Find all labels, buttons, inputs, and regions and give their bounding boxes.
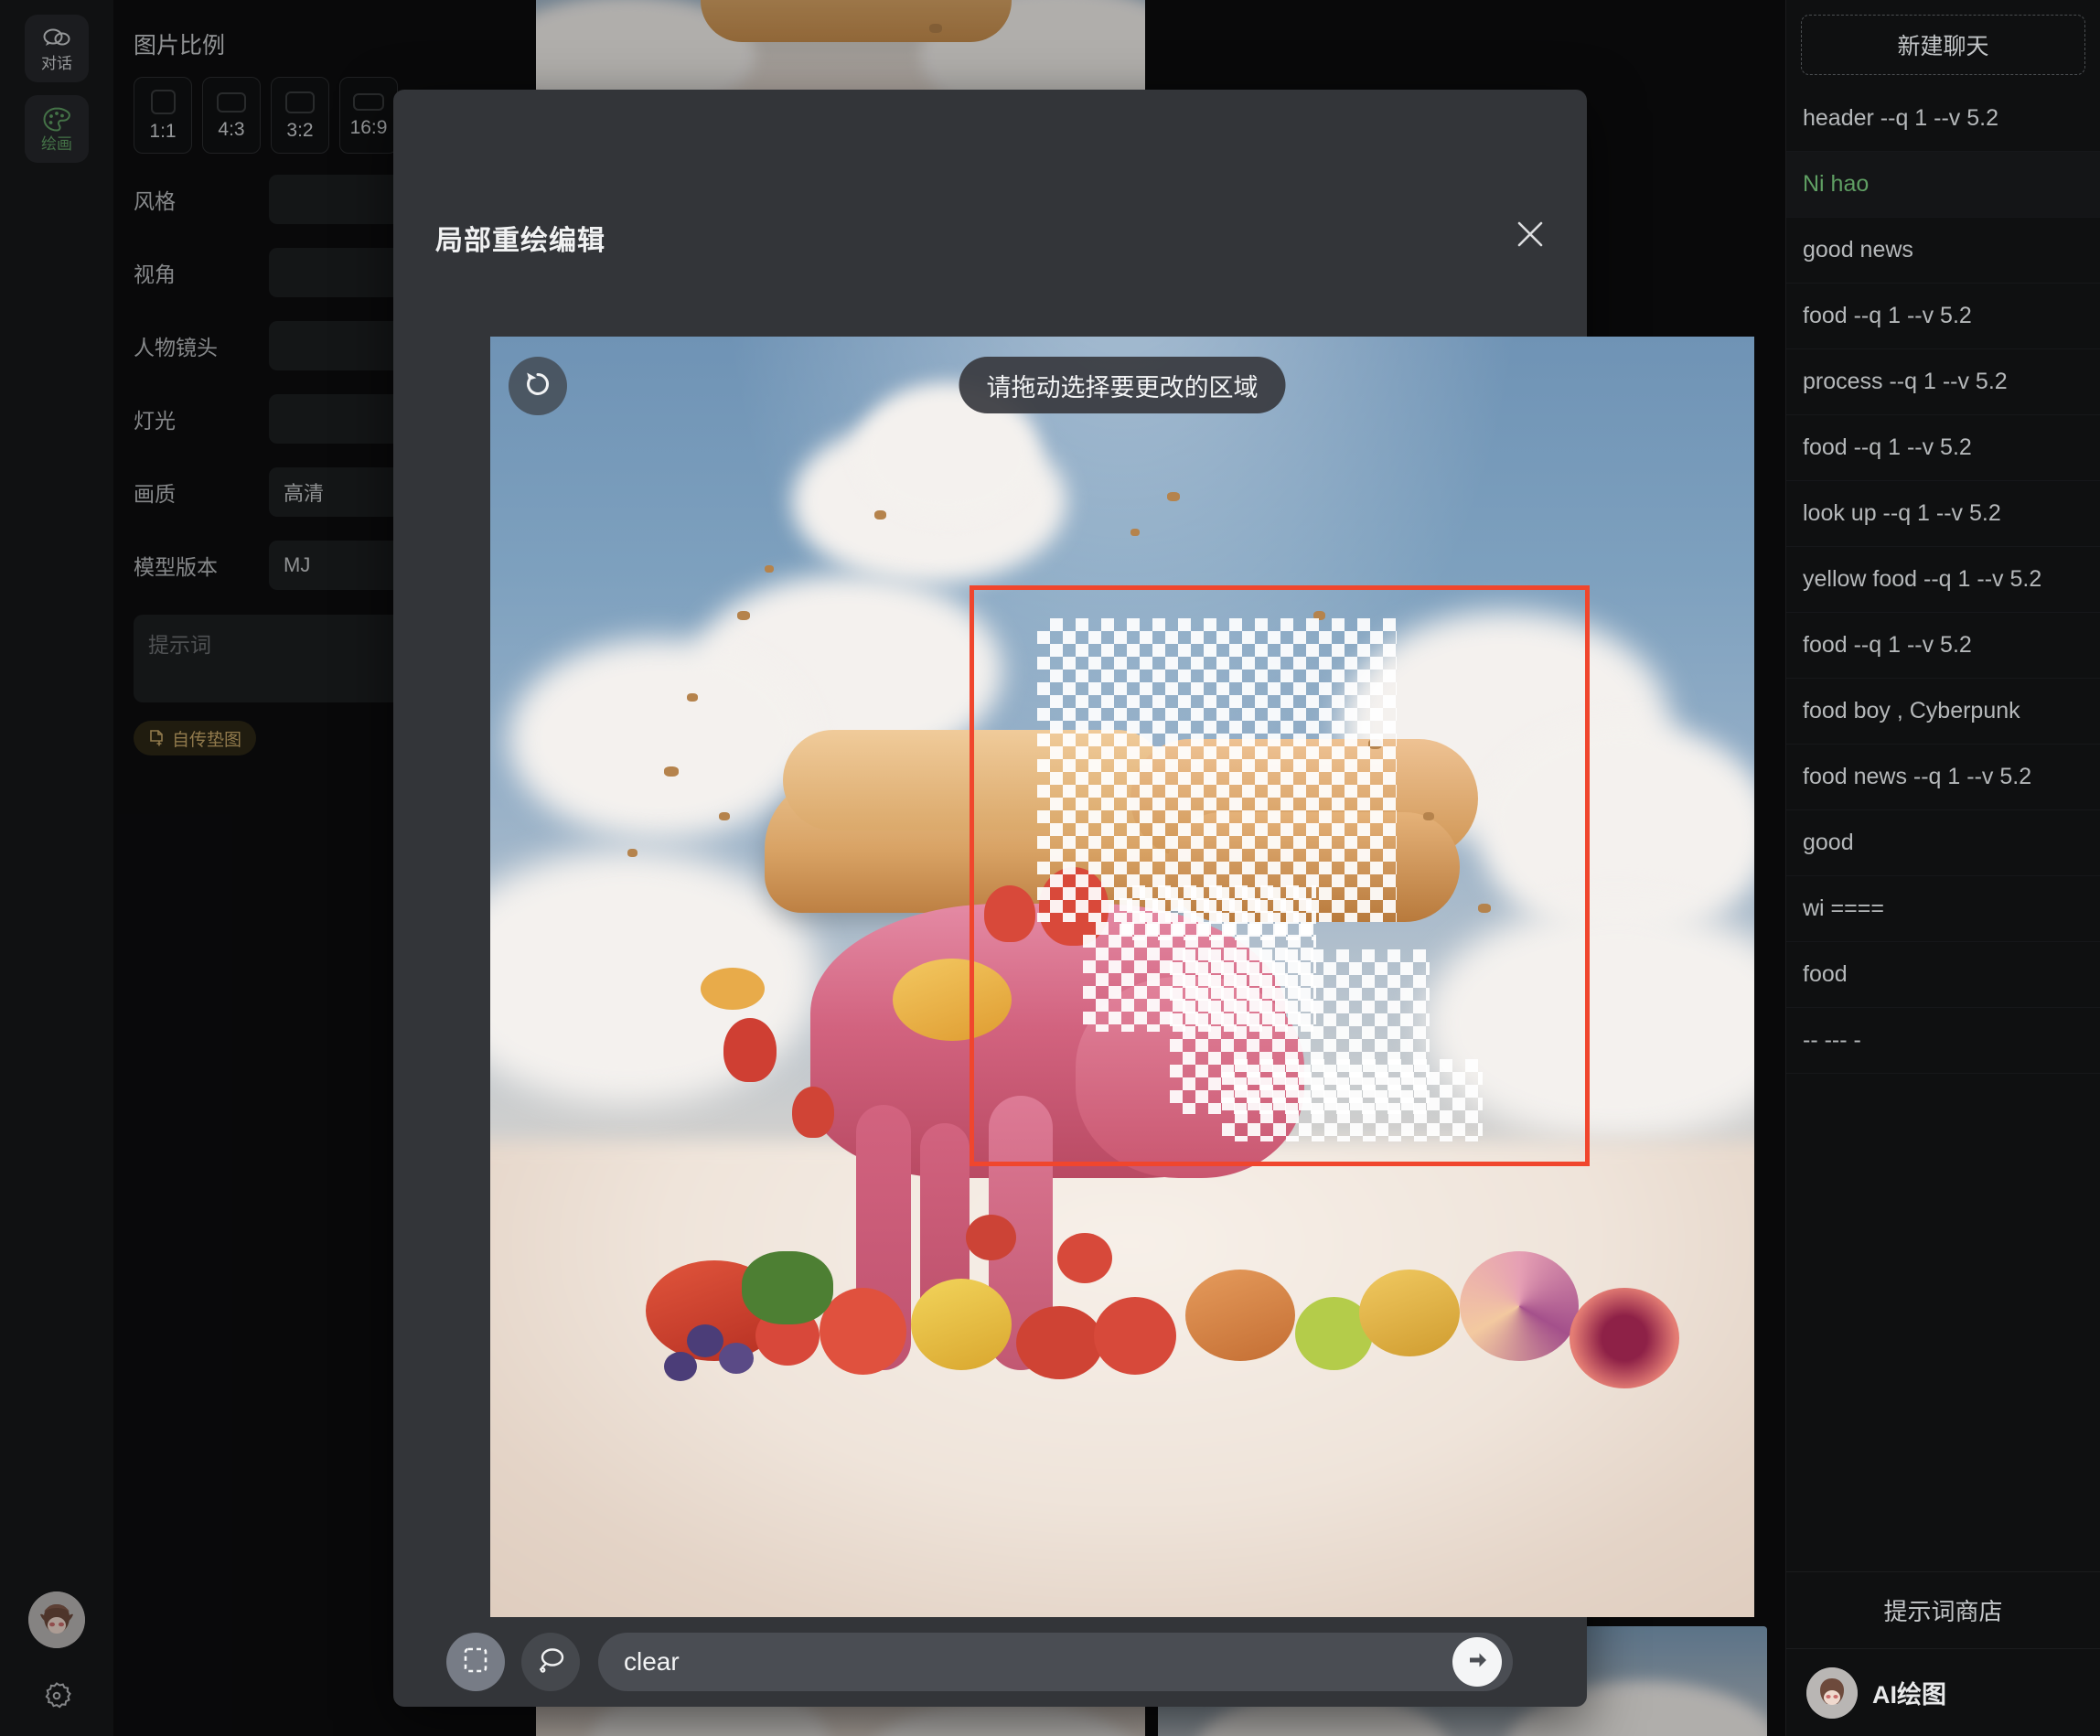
sidebar-footer: AI绘图 bbox=[1786, 1648, 2100, 1736]
chat-item-label: good news bbox=[1803, 237, 1913, 263]
list-item[interactable]: food boy , Cyberpunk bbox=[1786, 679, 2100, 745]
avatar[interactable] bbox=[1806, 1667, 1858, 1719]
chat-item-label: look up --q 1 --v 5.2 bbox=[1803, 500, 2001, 527]
chat-item-label: food news --q 1 --v 5.2 bbox=[1803, 764, 2031, 790]
chat-item-label: food --q 1 --v 5.2 bbox=[1803, 632, 1972, 659]
inpaint-edit-modal: 局部重绘编辑 bbox=[393, 90, 1587, 1707]
list-item[interactable]: look up --q 1 --v 5.2 bbox=[1786, 481, 2100, 547]
list-item[interactable]: wi ==== bbox=[1786, 876, 2100, 942]
chat-item-label: header --q 1 --v 5.2 bbox=[1803, 105, 1998, 132]
list-item[interactable]: food --q 1 --v 5.2 bbox=[1786, 613, 2100, 679]
lasso-select-tool[interactable] bbox=[521, 1633, 580, 1691]
prompt-store-label: 提示词商店 bbox=[1883, 1593, 2002, 1627]
chat-item-label: process --q 1 --v 5.2 bbox=[1803, 369, 2008, 395]
inpaint-toolbar: clear bbox=[393, 1617, 1587, 1707]
list-item[interactable]: food bbox=[1786, 942, 2100, 1008]
new-chat-label: 新建聊天 bbox=[1897, 28, 1988, 61]
app-root: 对话 绘画 bbox=[0, 0, 2100, 1736]
dashed-rectangle-icon bbox=[462, 1645, 489, 1680]
drag-hint-text: 请拖动选择要更改的区域 bbox=[987, 368, 1259, 403]
close-icon[interactable] bbox=[1514, 218, 1547, 251]
reset-button[interactable] bbox=[509, 357, 567, 415]
list-item[interactable]: header --q 1 --v 5.2 bbox=[1786, 86, 2100, 152]
list-item[interactable]: process --q 1 --v 5.2 bbox=[1786, 349, 2100, 415]
chat-item-label: good bbox=[1803, 830, 1854, 856]
chat-item-label: food bbox=[1803, 961, 1848, 988]
chat-item-label: food --q 1 --v 5.2 bbox=[1803, 303, 1972, 329]
list-item[interactable]: good bbox=[1786, 810, 2100, 876]
inpaint-canvas-area: 请拖动选择要更改的区域 bbox=[490, 337, 1754, 1617]
list-item[interactable]: good news bbox=[1786, 218, 2100, 284]
list-item[interactable]: Ni hao bbox=[1786, 152, 2100, 218]
send-button[interactable] bbox=[1452, 1637, 1502, 1687]
chat-item-label: food boy , Cyberpunk bbox=[1803, 698, 2020, 724]
list-item[interactable]: food --q 1 --v 5.2 bbox=[1786, 415, 2100, 481]
drag-hint-banner: 请拖动选择要更改的区域 bbox=[959, 357, 1286, 413]
chat-item-label: -- --- - bbox=[1803, 1027, 1861, 1054]
arrow-right-circle-icon bbox=[1463, 1646, 1491, 1678]
chat-item-label: yellow food --q 1 --v 5.2 bbox=[1803, 566, 2041, 593]
new-chat-button[interactable]: 新建聊天 bbox=[1801, 15, 2085, 75]
list-item[interactable]: food news --q 1 --v 5.2 bbox=[1786, 745, 2100, 810]
chat-item-label: food --q 1 --v 5.2 bbox=[1803, 434, 1972, 461]
rect-select-tool[interactable] bbox=[446, 1633, 505, 1691]
prompt-store-button[interactable]: 提示词商店 bbox=[1786, 1571, 2100, 1648]
modal-title: 局部重绘编辑 bbox=[435, 218, 605, 258]
chat-item-label: wi ==== bbox=[1803, 895, 1884, 922]
inpaint-prompt-input[interactable]: clear bbox=[598, 1633, 1513, 1691]
chat-history-sidebar: 新建聊天 header --q 1 --v 5.2 Ni hao good ne… bbox=[1785, 0, 2100, 1736]
editable-image[interactable]: 请拖动选择要更改的区域 bbox=[490, 337, 1754, 1617]
footer-app-name: AI绘图 bbox=[1872, 1675, 1946, 1710]
list-item[interactable]: -- --- - bbox=[1786, 1008, 2100, 1074]
selection-rectangle[interactable] bbox=[970, 585, 1590, 1166]
chat-item-label: Ni hao bbox=[1803, 171, 1869, 198]
lasso-icon bbox=[536, 1645, 565, 1680]
undo-rotate-icon bbox=[522, 369, 553, 404]
chat-history-list: header --q 1 --v 5.2 Ni hao good news fo… bbox=[1786, 75, 2100, 1571]
list-item[interactable]: food --q 1 --v 5.2 bbox=[1786, 284, 2100, 349]
inpaint-prompt-value: clear bbox=[624, 1647, 1452, 1677]
list-item[interactable]: yellow food --q 1 --v 5.2 bbox=[1786, 547, 2100, 613]
